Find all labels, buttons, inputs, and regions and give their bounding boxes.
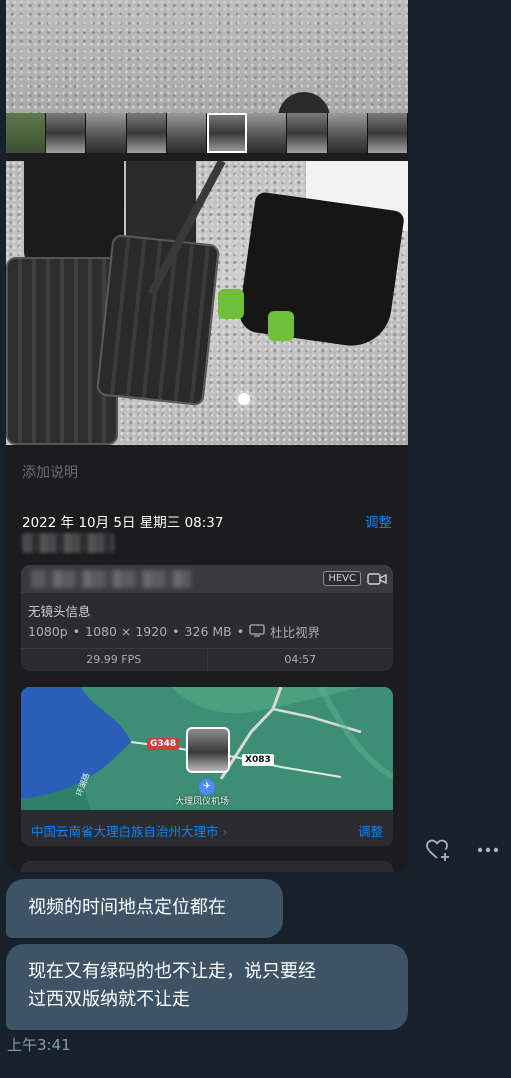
filmstrip-frame — [367, 113, 408, 153]
message-text-line: 过西双版纳就不让走 — [28, 989, 190, 1010]
codec-badge: HEVC — [323, 571, 361, 586]
filmstrip-frame — [86, 113, 127, 153]
blurred-filename — [22, 533, 114, 553]
display-icon — [249, 623, 265, 640]
forwarded-photo-screenshot[interactable]: 添加说明 2022 年 10月 5日 星期三 08:37 调整 HEVC 无镜头… — [6, 0, 408, 872]
heart-plus-icon[interactable] — [424, 836, 452, 864]
filmstrip-frame — [126, 113, 167, 153]
photo-detail — [218, 289, 244, 319]
message-text-line: 现在又有绿码的也不让走，说只要经 — [28, 961, 316, 982]
filmstrip-frame — [6, 113, 47, 153]
location-address[interactable]: 中国云南省大理白族自治州大理市 › — [31, 821, 228, 840]
spec-resolution: 1080p — [28, 624, 68, 639]
location-address-text: 中国云南省大理白族自治州大理市 — [31, 824, 219, 839]
frame-rate: 29.99 FPS — [21, 649, 208, 671]
dot-separator: • — [72, 624, 81, 639]
video-duration: 04:57 — [284, 653, 317, 666]
airplane-icon: ✈ — [199, 779, 215, 795]
photo-detail — [24, 161, 124, 271]
message-bubble[interactable]: 视频的时间地点定位都在 — [6, 879, 283, 938]
road-label-white: X083 — [242, 754, 274, 766]
adjust-location-button[interactable]: 调整 — [358, 821, 383, 840]
location-map-card[interactable]: G348 X083 ✈ 大理凤仪机场 环湖路 中国云南省大理白族自治州大理市 ›… — [21, 687, 393, 846]
spec-display-format: 杜比视界 — [270, 625, 321, 640]
photo-preview-top — [6, 0, 408, 124]
photo-date-time: 2022 年 10月 5日 星期三 08:37 — [22, 515, 224, 531]
filmstrip-frame — [287, 113, 328, 153]
main-photo — [6, 161, 408, 445]
lens-info: 无镜头信息 — [28, 604, 91, 619]
spec-file-size: 326 MB — [184, 624, 232, 639]
photo-detail — [95, 233, 221, 407]
location-map[interactable]: G348 X083 ✈ 大理凤仪机场 环湖路 — [21, 687, 393, 810]
adjust-date-button[interactable]: 调整 — [365, 511, 392, 531]
filmstrip-frame — [247, 113, 288, 153]
video-camera-icon — [367, 571, 387, 591]
dot-separator: • — [236, 624, 245, 639]
message-bubble[interactable]: 现在又有绿码的也不让走，说只要经 过西双版纳就不让走 — [6, 944, 408, 1030]
chevron-right-icon: › — [222, 824, 228, 839]
filmstrip-frame — [166, 113, 208, 153]
filmstrip-frame — [327, 113, 368, 153]
caption-placeholder[interactable]: 添加说明 — [22, 462, 78, 482]
photo-detail — [236, 191, 406, 351]
filmstrip-frame-selected — [207, 113, 248, 153]
next-card-partial — [21, 861, 393, 872]
spec-dimensions: 1080 × 1920 — [85, 624, 168, 639]
filmstrip-frame — [46, 113, 87, 153]
more-dots-icon[interactable] — [474, 836, 502, 864]
dot-separator: • — [172, 624, 180, 639]
message-text: 视频的时间地点定位都在 — [28, 897, 226, 918]
metadata-footer: 29.99 FPS 04:57 — [21, 648, 393, 671]
photo-detail — [238, 393, 250, 405]
photo-detail — [268, 311, 294, 341]
road-label-red: G348 — [147, 738, 180, 750]
blurred-device-name — [31, 570, 191, 588]
video-metadata-card: HEVC 无镜头信息 1080p • 1080 × 1920 • 326 MB … — [21, 565, 393, 671]
photo-info-panel: 2022 年 10月 5日 星期三 08:37 调整 HEVC 无镜头信息 10… — [6, 495, 408, 872]
video-filmstrip[interactable] — [6, 113, 408, 153]
airport-label: 大理凤仪机场 — [175, 797, 230, 807]
video-specs: 1080p • 1080 × 1920 • 326 MB • 杜比视界 — [28, 622, 320, 641]
metadata-header: HEVC — [21, 565, 393, 593]
message-timestamp: 上午3:41 — [7, 1036, 71, 1054]
map-photo-thumbnail[interactable] — [186, 727, 230, 773]
